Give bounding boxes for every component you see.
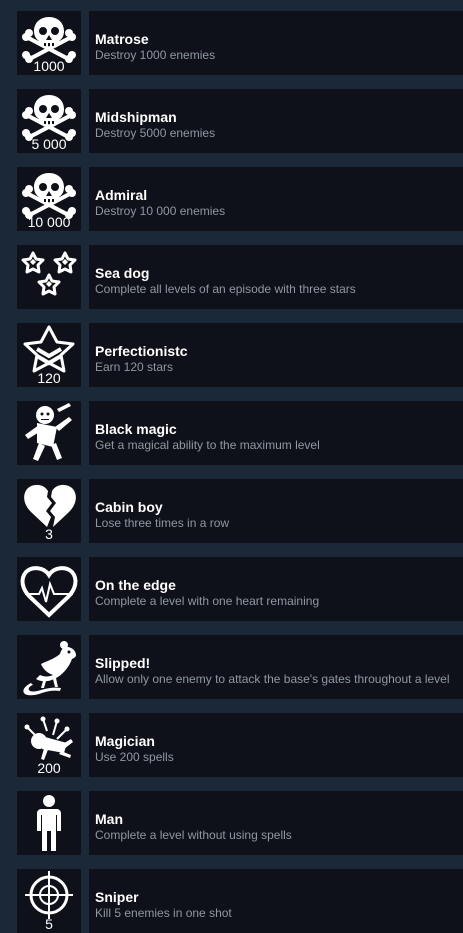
achievement-row: Sea dog Complete all levels of an episod… (0, 245, 463, 309)
achievement-title: Slipped! (95, 655, 151, 671)
achievement-title: Magician (95, 733, 155, 749)
achievement-icon-number: 3 (45, 526, 53, 542)
achievement-text: Magician Use 200 spells (89, 713, 463, 777)
achievement-row: Slipped! Allow only one enemy to attack … (0, 635, 463, 699)
achievement-description: Complete all levels of an episode with t… (95, 282, 356, 296)
achievement-description: Destroy 5000 enemies (95, 126, 216, 140)
achievement-row: Black magic Get a magical ability to the… (0, 401, 463, 465)
achievement-row: On the edge Complete a level with one he… (0, 557, 463, 621)
achievement-text: Admiral Destroy 10 000 enemies (89, 167, 463, 231)
achievement-icon-box: 5 000 (17, 89, 81, 153)
three-stars-icon (21, 251, 77, 296)
achievement-text: Sniper Kill 5 enemies in one shot (89, 869, 463, 933)
achievement-list: 1000 Matrose Destroy 1000 enemies 5 000 … (0, 0, 463, 933)
achievement-description: Use 200 spells (95, 750, 174, 764)
achievement-row: Man Complete a level without using spell… (0, 791, 463, 855)
achievement-title: Black magic (95, 421, 177, 437)
achievement-icon-box (17, 557, 81, 621)
heartbeat-icon (20, 566, 78, 618)
achievement-text: Matrose Destroy 1000 enemies (89, 11, 463, 75)
achievement-text: Sea dog Complete all levels of an episod… (89, 245, 463, 309)
achievement-title: Man (95, 811, 123, 827)
achievement-row: 1000 Matrose Destroy 1000 enemies (0, 11, 463, 75)
achievement-text: Slipped! Allow only one enemy to attack … (89, 635, 463, 699)
achievement-title: On the edge (95, 577, 176, 593)
achievement-icon-box: 10 000 (17, 167, 81, 231)
achievement-icon-box: 3 (17, 479, 81, 543)
achievement-icon-number: 5 (45, 916, 53, 932)
achievement-icon-number: 10 000 (27, 214, 71, 230)
achievement-row: 5 000 Midshipman Destroy 5000 enemies (0, 89, 463, 153)
achievement-text: Midshipman Destroy 5000 enemies (89, 89, 463, 153)
achievement-text: Perfectionistc Earn 120 stars (89, 323, 463, 387)
rat-icon (23, 641, 76, 696)
man-icon (37, 795, 61, 851)
achievement-icon-box (17, 791, 81, 855)
achievement-icon-box (17, 245, 81, 309)
achievement-text: Black magic Get a magical ability to the… (89, 401, 463, 465)
achievement-description: Allow only one enemy to attack the base'… (95, 672, 450, 686)
achievement-text: Cabin boy Lose three times in a row (89, 479, 463, 543)
achievement-icon-number: 1000 (33, 58, 65, 74)
achievement-row: 3 Cabin boy Lose three times in a row (0, 479, 463, 543)
achievement-title: Sniper (95, 889, 139, 905)
achievement-text: Man Complete a level without using spell… (89, 791, 463, 855)
achievement-description: Get a magical ability to the maximum lev… (95, 438, 320, 452)
achievement-title: Admiral (95, 187, 148, 203)
achievement-description: Earn 120 stars (95, 360, 174, 374)
achievement-row: 5 Sniper Kill 5 enemies in one shot (0, 869, 463, 933)
achievement-icon-box: 1000 (17, 11, 81, 75)
achievement-description: Complete a level without using spells (95, 828, 292, 842)
achievement-icon-box: 120 (17, 323, 81, 387)
achievement-text: On the edge Complete a level with one he… (89, 557, 463, 621)
achievement-title: Cabin boy (95, 499, 163, 515)
achievement-row: 120 Perfectionistc Earn 120 stars (0, 323, 463, 387)
achievement-icon-box: 200 (17, 713, 81, 777)
achievement-row: 10 000 Admiral Destroy 10 000 enemies (0, 167, 463, 231)
achievement-title: Midshipman (95, 109, 177, 125)
achievement-row: 200 Magician Use 200 spells (0, 713, 463, 777)
achievement-icon-number: 200 (37, 760, 61, 776)
achievement-icon-number: 120 (37, 370, 61, 386)
achievement-description: Destroy 1000 enemies (95, 48, 216, 62)
achievement-title: Matrose (95, 31, 149, 47)
achievement-icon-box (17, 401, 81, 465)
achievement-title: Perfectionistc (95, 343, 188, 359)
voodoo-doll-icon (25, 403, 72, 461)
achievement-icon-box: 5 (17, 869, 81, 933)
achievement-title: Sea dog (95, 265, 150, 281)
achievement-description: Kill 5 enemies in one shot (95, 906, 232, 920)
achievement-icon-number: 5 000 (31, 136, 67, 152)
achievement-icon-box (17, 635, 81, 699)
achievement-description: Destroy 10 000 enemies (95, 204, 226, 218)
achievement-description: Lose three times in a row (95, 516, 230, 530)
achievement-description: Complete a level with one heart remainin… (95, 594, 320, 608)
